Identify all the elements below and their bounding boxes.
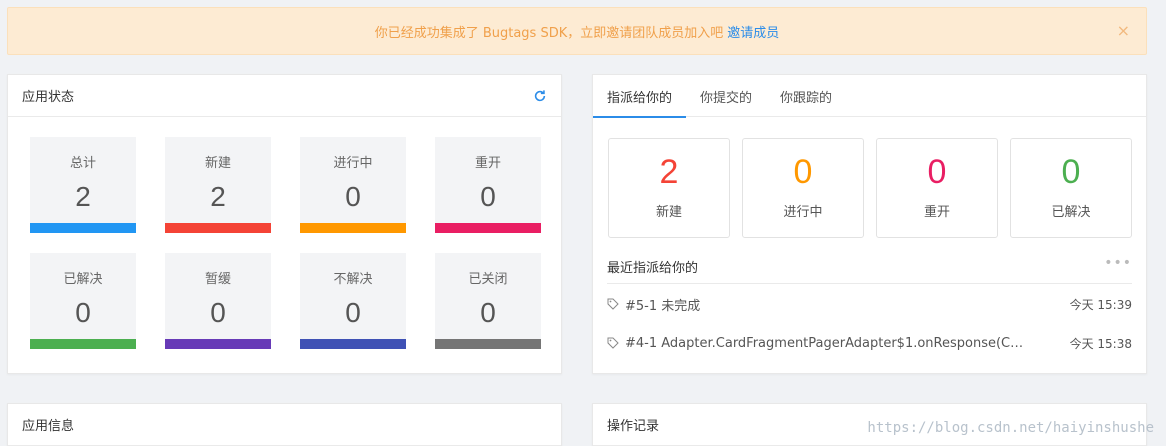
- status-count: 0: [480, 297, 496, 328]
- status-color-bar: [300, 223, 406, 233]
- status-tile[interactable]: 进行中 0: [300, 137, 406, 233]
- issue-time: 今天 15:38: [1069, 336, 1132, 351]
- status-label: 总计: [69, 156, 96, 171]
- status-label: 新建: [204, 156, 231, 171]
- status-tile[interactable]: 已关闭 0: [435, 253, 541, 349]
- status-color-bar: [300, 339, 406, 349]
- status-label: 已解决: [63, 272, 103, 287]
- app-status-header: 应用状态: [8, 75, 561, 117]
- tab-submitted-by-you[interactable]: 你提交的: [686, 75, 766, 117]
- panel-title: 应用状态: [22, 90, 75, 105]
- status-tile[interactable]: 暂缓 0: [165, 253, 271, 349]
- status-color-bar: [435, 339, 541, 349]
- issue-title[interactable]: #5-1 未完成: [625, 295, 1025, 314]
- count-card[interactable]: 0 重开: [876, 138, 998, 238]
- count-card[interactable]: 0 进行中: [742, 138, 864, 238]
- app-info-header: 应用信息: [8, 404, 561, 446]
- issue-row[interactable]: #4-1 Adapter.CardFragmentPagerAdapter$1.…: [607, 333, 1132, 353]
- watermark: https://blog.csdn.net/haiyinshushe: [867, 420, 1154, 436]
- count-label: 已解决: [1051, 205, 1091, 220]
- app-status-panel: 应用状态 总计 2 新建 2 进行中 0 重开 0 已解决 0 暂缓 0 不解决 0 已关闭 0: [7, 74, 562, 374]
- recent-assigned-title: 最近指派给你的: [607, 261, 699, 276]
- close-icon[interactable]: ×: [1117, 21, 1130, 41]
- status-color-bar: [165, 223, 271, 233]
- status-count: 2: [210, 181, 226, 212]
- status-count: 0: [75, 297, 91, 328]
- status-label: 不解决: [333, 272, 373, 287]
- refresh-icon[interactable]: [533, 89, 547, 103]
- status-tile[interactable]: 已解决 0: [30, 253, 136, 349]
- status-label: 已关闭: [468, 272, 508, 287]
- status-count: 2: [75, 181, 91, 212]
- status-count: 0: [345, 297, 361, 328]
- status-tile[interactable]: 重开 0: [435, 137, 541, 233]
- tab-assigned-to-you[interactable]: 指派给你的: [593, 75, 687, 118]
- status-tile[interactable]: 不解决 0: [300, 253, 406, 349]
- tag-icon: [607, 337, 619, 349]
- divider: [607, 283, 1132, 284]
- panel-title: 应用信息: [22, 419, 75, 434]
- count-card[interactable]: 0 已解决: [1010, 138, 1132, 238]
- count-value: 0: [793, 153, 813, 191]
- count-card[interactable]: 2 新建: [608, 138, 730, 238]
- count-label: 新建: [655, 205, 682, 220]
- status-color-bar: [165, 339, 271, 349]
- status-color-bar: [30, 223, 136, 233]
- issue-row[interactable]: #5-1 未完成 今天 15:39: [607, 294, 1132, 314]
- issue-tabs: 指派给你的 你提交的 你跟踪的: [593, 75, 1146, 118]
- status-color-bar: [435, 223, 541, 233]
- more-options-icon[interactable]: •••: [1104, 255, 1132, 271]
- status-tile[interactable]: 总计 2: [30, 137, 136, 233]
- status-color-bar: [30, 339, 136, 349]
- success-banner: 你已经成功集成了 Bugtags SDK，立即邀请团队成员加入吧 邀请成员 ×: [7, 7, 1147, 55]
- status-label: 重开: [474, 156, 501, 171]
- app-info-panel: 应用信息: [7, 403, 562, 446]
- status-count: 0: [210, 297, 226, 328]
- status-count: 0: [480, 181, 496, 212]
- count-label: 重开: [923, 205, 950, 220]
- issue-time: 今天 15:39: [1069, 297, 1132, 312]
- issue-title[interactable]: #4-1 Adapter.CardFragmentPagerAdapter$1.…: [625, 336, 1025, 351]
- status-tile[interactable]: 新建 2: [165, 137, 271, 233]
- count-value: 0: [927, 153, 947, 191]
- panel-title: 操作记录: [607, 419, 660, 434]
- count-value: 2: [659, 153, 679, 191]
- invite-members-link[interactable]: 邀请成员: [727, 22, 779, 41]
- count-value: 0: [1061, 153, 1081, 191]
- status-count: 0: [345, 181, 361, 212]
- tab-followed-by-you[interactable]: 你跟踪的: [766, 75, 846, 117]
- assigned-panel: 指派给你的 你提交的 你跟踪的 2 新建 0 进行中 0 重开 0 已解决 最近指派给你的 •…: [592, 74, 1147, 374]
- tag-icon: [607, 298, 619, 310]
- banner-message: 你已经成功集成了 Bugtags SDK，立即邀请团队成员加入吧: [374, 25, 724, 41]
- status-label: 暂缓: [204, 272, 231, 287]
- count-label: 进行中: [783, 205, 823, 220]
- status-label: 进行中: [333, 156, 373, 171]
